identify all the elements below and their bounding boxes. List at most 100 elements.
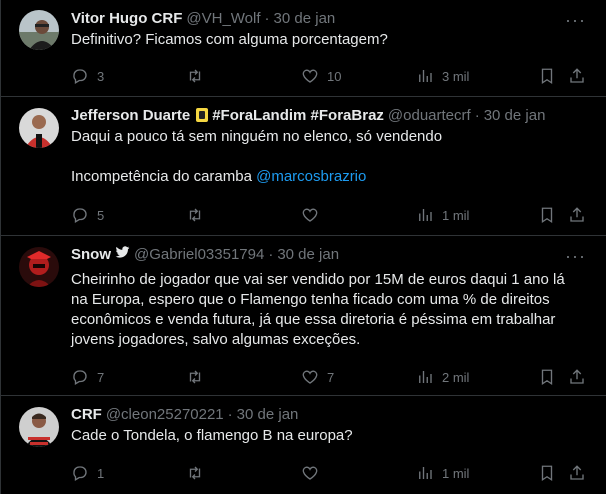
tweet-text: Daqui a pouco tá sem ninguém no elenco, … — [71, 127, 594, 187]
tweet[interactable]: Snow @Gabriel03351794 · 30 de jan Cheiri… — [1, 236, 606, 396]
views-button[interactable]: 2 mil — [416, 368, 538, 386]
retweet-button[interactable] — [186, 464, 301, 482]
share-button[interactable] — [568, 368, 588, 386]
user-handle[interactable]: @VH_Wolf — [186, 10, 260, 27]
tweet-header: Vitor Hugo CRF @VH_Wolf · 30 de jan — [71, 8, 594, 28]
tweet-text-line: Definitivo? Ficamos com alguma porcentag… — [71, 31, 388, 48]
mention-link[interactable]: @marcosbrazrio — [256, 168, 366, 185]
tweet-text: Definitivo? Ficamos com alguma porcentag… — [71, 30, 594, 50]
retweet-icon — [189, 69, 201, 83]
action-bar: 1 1 mil — [71, 456, 594, 490]
separator-dot: · — [264, 9, 270, 27]
tweet-date[interactable]: 30 de jan — [237, 406, 299, 423]
tweet-text-line: econômicos e venda futura, já que essa d… — [71, 311, 556, 328]
view-count: 2 mil — [442, 369, 470, 385]
reply-icon — [73, 69, 87, 84]
like-button[interactable] — [301, 206, 416, 224]
reply-icon — [73, 370, 87, 385]
reply-icon — [73, 466, 87, 481]
reply-button[interactable]: 7 — [71, 368, 186, 386]
like-button[interactable] — [301, 464, 416, 482]
more-options-icon[interactable]: ··· — [565, 10, 586, 31]
retweet-button[interactable] — [186, 67, 301, 85]
separator-dot: · — [227, 405, 233, 423]
bookmark-button[interactable] — [538, 464, 568, 482]
share-button[interactable] — [568, 206, 588, 224]
reply-count: 7 — [97, 369, 105, 385]
reply-count: 1 — [97, 465, 105, 481]
bookmark-icon — [541, 207, 553, 224]
tweet-header: CRF @cleon25270221 · 30 de jan — [71, 404, 594, 424]
tweet-text-line: Incompetência do caramba @marcosbrazrio — [71, 167, 594, 187]
bookmark-icon — [541, 369, 553, 386]
tweet-text-line: Cade o Tondela, o flamengo B na europa? — [71, 427, 353, 444]
retweet-icon — [189, 466, 201, 480]
tweet-header: Jefferson Duarte #ForaLandim #ForaBraz @… — [71, 105, 594, 125]
bookmark-icon — [541, 68, 553, 85]
tweet-date[interactable]: 30 de jan — [274, 10, 336, 27]
like-button[interactable]: 10 — [301, 67, 416, 85]
avatar[interactable] — [19, 407, 59, 447]
avatar[interactable] — [19, 247, 59, 287]
action-bar: 3 10 3 mil — [71, 59, 594, 93]
tweet-header: Snow @Gabriel03351794 · 30 de jan — [71, 244, 594, 264]
tweet-date[interactable]: 30 de jan — [484, 107, 546, 124]
display-name[interactable]: CRF — [71, 406, 102, 423]
reply-icon — [73, 208, 87, 223]
views-button[interactable]: 3 mil — [416, 67, 538, 85]
bookmark-icon — [541, 465, 553, 482]
separator-dot: · — [474, 106, 480, 124]
avatar[interactable] — [19, 10, 59, 50]
bird-icon — [115, 246, 130, 262]
tweet-text-segment: Incompetência do caramba — [71, 168, 252, 185]
tweet[interactable]: Vitor Hugo CRF @VH_Wolf · 30 de jan Defi… — [1, 0, 606, 97]
tweet-text-line: jovens jogadores, salvo algumas exceções… — [71, 331, 361, 348]
user-handle[interactable]: @cleon25270221 — [106, 406, 224, 423]
bookmark-button[interactable] — [538, 368, 568, 386]
share-icon — [570, 369, 584, 384]
tweet[interactable]: Jefferson Duarte #ForaLandim #ForaBraz @… — [1, 97, 606, 236]
user-handle[interactable]: @Gabriel03351794 — [134, 246, 264, 263]
reply-button[interactable]: 3 — [71, 67, 186, 85]
reply-count: 3 — [97, 68, 105, 84]
views-button[interactable]: 1 mil — [416, 206, 538, 224]
bookmark-button[interactable] — [538, 206, 568, 224]
share-icon — [570, 465, 584, 480]
analytics-icon — [419, 467, 432, 479]
hashtags[interactable]: #ForaLandim #ForaBraz — [212, 107, 384, 124]
like-button[interactable]: 7 — [301, 368, 416, 386]
tweet-text: Cheirinho de jogador que vai ser vendido… — [71, 270, 594, 350]
heart-icon — [302, 370, 318, 384]
avatar[interactable] — [19, 108, 59, 148]
reply-button[interactable]: 1 — [71, 464, 186, 482]
action-bar: 7 7 2 mil — [71, 360, 594, 394]
display-name[interactable]: Jefferson Duarte — [71, 107, 190, 124]
tweet-text: Cade o Tondela, o flamengo B na europa? — [71, 426, 594, 446]
display-name[interactable]: Vitor Hugo CRF — [71, 10, 182, 27]
reply-button[interactable]: 5 — [71, 206, 186, 224]
views-button[interactable]: 1 mil — [416, 464, 538, 482]
view-count: 1 mil — [442, 207, 470, 223]
tweet-text-line: Daqui a pouco tá sem ninguém no elenco, … — [71, 128, 443, 145]
share-icon — [570, 68, 584, 83]
tweet[interactable]: CRF @cleon25270221 · 30 de jan Cade o To… — [1, 396, 606, 494]
analytics-icon — [419, 209, 432, 221]
tweet-date[interactable]: 30 de jan — [277, 246, 339, 263]
bookmark-button[interactable] — [538, 67, 568, 85]
reply-feed: Vitor Hugo CRF @VH_Wolf · 30 de jan Defi… — [0, 0, 606, 494]
retweet-button[interactable] — [186, 206, 301, 224]
heart-icon — [302, 466, 318, 480]
display-name[interactable]: Snow — [71, 246, 111, 263]
heart-icon — [302, 69, 318, 83]
share-button[interactable] — [568, 464, 588, 482]
action-bar: 5 1 mil — [71, 198, 594, 232]
analytics-icon — [419, 371, 432, 383]
flag-badge-icon — [196, 108, 209, 122]
share-button[interactable] — [568, 67, 588, 85]
user-handle[interactable]: @oduartecrf — [388, 107, 471, 124]
more-options-icon[interactable]: ··· — [565, 246, 586, 267]
like-count: 10 — [327, 68, 342, 84]
retweet-button[interactable] — [186, 368, 301, 386]
tweet-text-line: Cheirinho de jogador que vai ser vendido… — [71, 271, 565, 288]
tweet-text-line: na Europa, espero que o Flamengo tenha f… — [71, 291, 550, 308]
